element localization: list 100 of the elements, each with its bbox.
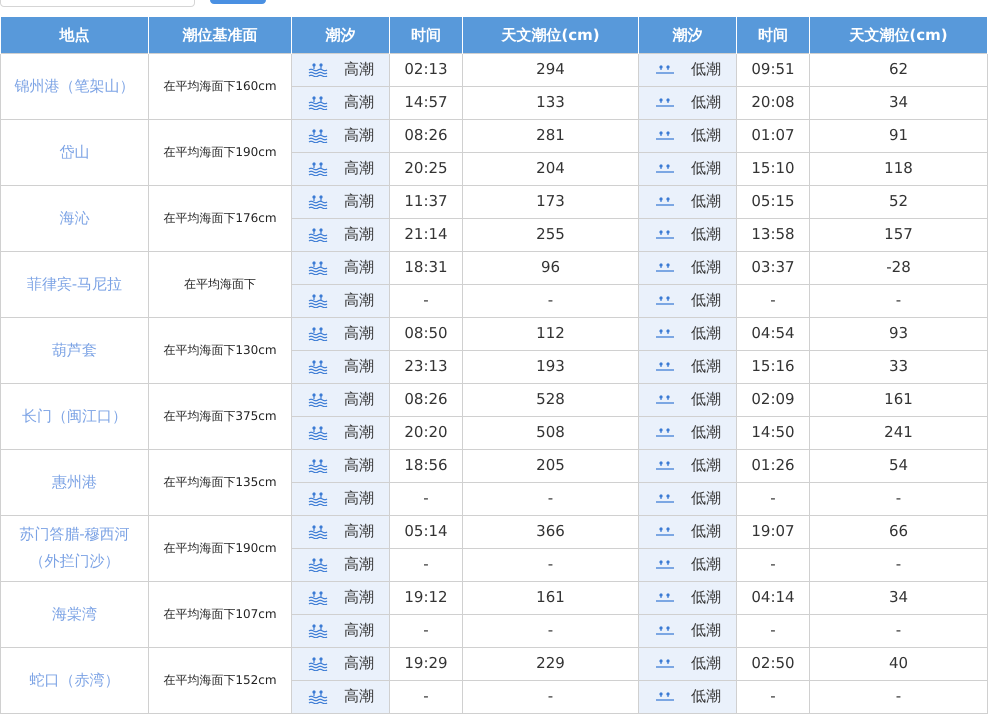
- low-tide-icon: [655, 98, 675, 108]
- tide-type: 高潮: [344, 257, 374, 278]
- table-cell: 02:13: [390, 53, 462, 86]
- table-cell: -: [810, 614, 988, 647]
- column-header: 天文潮位(cm): [810, 17, 988, 53]
- tide-type: 低潮: [691, 92, 721, 114]
- table-cell: 20:08: [736, 86, 810, 119]
- table-cell: 112: [462, 317, 638, 350]
- table-cell: 93: [810, 317, 988, 350]
- table-cell: 11:37: [390, 185, 462, 218]
- table-cell: 294: [462, 53, 638, 86]
- table-cell: 20:25: [390, 152, 462, 185]
- low-tide-icon: [655, 626, 675, 636]
- high-tide-icon: [308, 624, 328, 638]
- table-cell: -: [462, 548, 638, 581]
- tide-type: 低潮: [691, 488, 721, 510]
- high-tide-icon: [308, 194, 328, 208]
- table-cell: 34: [810, 86, 988, 119]
- station-name: 岱山: [0, 119, 148, 185]
- table-cell: 52: [810, 185, 988, 218]
- high-tide-icon: [308, 326, 328, 340]
- table-cell: 05:14: [390, 515, 462, 548]
- low-tide-icon: [655, 526, 675, 536]
- station-name: 海沁: [0, 185, 148, 251]
- tide-type: 高潮: [344, 191, 374, 212]
- high-tide-icon: [308, 492, 328, 506]
- low-tide-icon: [655, 164, 675, 174]
- table-cell: -: [736, 482, 810, 515]
- tide-type: 高潮: [344, 59, 374, 80]
- low-tide-icon: [655, 494, 675, 504]
- tide-type: 高潮: [344, 158, 374, 180]
- table-cell: 09:51: [736, 53, 810, 86]
- table-cell: -: [390, 284, 462, 317]
- station-name: 长门（闽江口）: [0, 383, 148, 449]
- table-cell: -: [462, 482, 638, 515]
- low-tide-icon: [655, 230, 675, 240]
- high-tide-icon: [308, 128, 328, 142]
- station-name: 惠州港: [0, 449, 148, 515]
- table-cell: 40: [810, 647, 988, 680]
- station-name: 蛇口（赤湾）: [0, 647, 148, 713]
- high-tide-icon: [308, 260, 328, 274]
- table-cell: 133: [462, 86, 638, 119]
- tide-type: 高潮: [344, 125, 374, 146]
- low-tide-icon: [655, 64, 675, 74]
- table-cell: 19:29: [390, 647, 462, 680]
- tide-type: 低潮: [691, 356, 721, 378]
- table-cell: -: [390, 548, 462, 581]
- table-cell: 19:07: [736, 515, 810, 548]
- table-cell: 255: [462, 218, 638, 251]
- tide-type: 低潮: [691, 554, 721, 576]
- table-cell: 18:31: [390, 251, 462, 284]
- table-cell: 02:09: [736, 383, 810, 416]
- low-tide-icon: [655, 328, 675, 338]
- table-cell: 229: [462, 647, 638, 680]
- table-cell: 241: [810, 416, 988, 449]
- tide-type: 低潮: [691, 290, 721, 312]
- high-tide-icon: [308, 458, 328, 472]
- table-cell: 281: [462, 119, 638, 152]
- high-tide-icon: [308, 524, 328, 538]
- station-name: 锦州港（笔架山）: [0, 53, 148, 119]
- low-tide-icon: [655, 658, 675, 668]
- table-cell: -: [462, 284, 638, 317]
- table-cell: 205: [462, 449, 638, 482]
- tide-type: 低潮: [691, 59, 721, 80]
- column-header: 潮位基准面: [148, 17, 292, 53]
- station-name: 海棠湾: [0, 581, 148, 647]
- tide-type: 高潮: [344, 455, 374, 476]
- low-tide-icon: [655, 460, 675, 470]
- high-tide-icon: [308, 590, 328, 604]
- table-cell: 62: [810, 53, 988, 86]
- column-header: 潮汐: [292, 17, 390, 53]
- tide-type: 低潮: [691, 620, 721, 642]
- tide-type: 低潮: [691, 587, 721, 608]
- low-tide-icon: [655, 130, 675, 140]
- table-cell: -: [810, 680, 988, 713]
- high-tide-icon: [308, 228, 328, 242]
- tide-type: 高潮: [344, 356, 374, 378]
- tide-type: 高潮: [344, 323, 374, 344]
- table-cell: 54: [810, 449, 988, 482]
- table-cell: 02:50: [736, 647, 810, 680]
- tide-type: 低潮: [691, 125, 721, 146]
- table-cell: 18:56: [390, 449, 462, 482]
- tide-type: 高潮: [344, 92, 374, 114]
- high-tide-icon: [308, 656, 328, 670]
- high-tide-icon: [308, 360, 328, 374]
- table-cell: 161: [810, 383, 988, 416]
- low-tide-icon: [655, 262, 675, 272]
- tide-type: 高潮: [344, 587, 374, 608]
- station-name: 苏门答腊-穆西河（外拦门沙）: [0, 515, 148, 581]
- table-cell: 366: [462, 515, 638, 548]
- table-cell: 528: [462, 383, 638, 416]
- tide-type: 高潮: [344, 422, 374, 444]
- high-tide-icon: [308, 294, 328, 308]
- tide-type: 低潮: [691, 224, 721, 246]
- low-tide-icon: [655, 692, 675, 702]
- tide-type: 高潮: [344, 290, 374, 312]
- tide-type: 高潮: [344, 620, 374, 642]
- high-tide-icon: [308, 558, 328, 572]
- column-header: 时间: [390, 17, 462, 53]
- table-cell: -: [736, 680, 810, 713]
